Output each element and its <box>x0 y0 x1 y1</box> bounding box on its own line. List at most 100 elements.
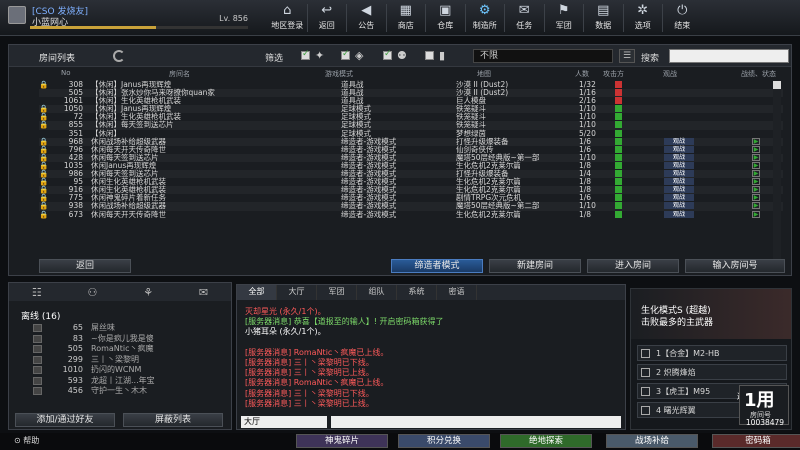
friend-row[interactable]: 593 龙超丨江湖...年宝 <box>31 376 221 387</box>
friend-row[interactable]: 65 屌丝味 <box>31 323 221 334</box>
nav-button-0[interactable]: ⌂ 地区登录 <box>268 2 307 34</box>
clan-icon: ⚑ <box>557 3 570 18</box>
nav-button-7[interactable]: ⚑ 军团 <box>545 2 584 34</box>
chat-tab[interactable]: 大厅 <box>277 285 317 300</box>
block-list-button[interactable]: 屏蔽列表 <box>123 413 223 427</box>
spectate-button[interactable]: 观战 <box>664 145 694 153</box>
filter-checkbox-bots[interactable] <box>383 49 392 60</box>
back-button[interactable]: 返回 <box>39 259 131 273</box>
room-row[interactable]: 🔒 855 【休闲】每天签到送芯片 足球模式 铁笼疑斗 1/10 <box>39 120 783 130</box>
stats-icon: ▤ <box>597 3 610 18</box>
clan-members-icon[interactable]: ⚘ <box>143 286 153 299</box>
nav-button-9[interactable]: ✲ 选项 <box>624 2 663 34</box>
filter-select[interactable]: 不限 <box>473 49 613 63</box>
input-room-number-button[interactable]: 输入房间号 <box>685 259 785 273</box>
nav-label: 任务 <box>516 21 533 30</box>
help-button[interactable]: ⊙ 帮助 <box>14 435 39 446</box>
header-watch: 观战 <box>663 70 677 78</box>
lock-icon: 🔒 <box>39 120 49 130</box>
rank-icon <box>8 6 26 24</box>
globe-icon: ⌂ <box>283 3 292 18</box>
friend-row[interactable]: 1010 扔闪的WCNM <box>31 365 221 376</box>
friend-avatar <box>33 334 42 343</box>
mission-icon: ✉ <box>518 3 530 18</box>
bottom-button[interactable]: 神鬼碎片 <box>296 434 388 448</box>
add-friend-button[interactable]: 添加/通过好友 <box>15 413 115 427</box>
bottom-bar: ⊙ 帮助 神鬼碎片 积分兑换 绝地探索 战场补给 密码箱 <box>0 433 800 450</box>
weapon-rank-item[interactable]: 1【合金】M2-HB <box>637 345 787 361</box>
nav-button-4[interactable]: ▣ 仓库 <box>426 2 465 34</box>
spectate-button[interactable]: 观战 <box>664 186 694 194</box>
room-row[interactable]: 🔒 673 休闲每天开天传奇降世 缔造者-游戏模式 生化危机2克莱尔篇 1/8 观战 ▶ <box>39 209 783 219</box>
new-room-button[interactable]: 新建房间 <box>489 259 581 273</box>
play-icon: ▶ <box>752 186 760 194</box>
friend-avatar <box>33 324 42 332</box>
enter-room-button[interactable]: 进入房间 <box>587 259 679 273</box>
filter-checkbox-gun[interactable] <box>301 49 310 60</box>
filter-checkbox-box[interactable] <box>341 49 350 60</box>
friend-row[interactable]: 456 守护一生丶木木 <box>31 386 221 397</box>
list-view-icon[interactable]: ☰ <box>619 49 635 63</box>
nav-button-8[interactable]: ▤ 数据 <box>584 2 623 34</box>
header-status: 攻击方 <box>603 70 624 78</box>
mail-icon[interactable]: ✉ <box>199 286 208 299</box>
chat-tab[interactable]: 全部 <box>237 285 277 300</box>
nav-button-1[interactable]: ↩ 返回 <box>308 2 347 34</box>
bottom-button[interactable]: 积分兑换 <box>398 434 490 448</box>
spectate-button[interactable]: 观战 <box>664 153 694 161</box>
chat-tab[interactable]: 军团 <box>317 285 357 300</box>
chat-channel-select[interactable]: 大厅 <box>241 416 327 428</box>
bottom-button[interactable]: 绝地探索 <box>500 434 592 448</box>
search-label: 搜索 <box>641 54 660 64</box>
filter-checkbox-lock[interactable] <box>425 51 434 60</box>
friend-status-header[interactable]: 离线 (16) <box>21 309 60 322</box>
refresh-icon[interactable] <box>113 50 125 62</box>
spectate-button[interactable]: 观战 <box>664 202 694 210</box>
room-status-icon <box>615 97 622 105</box>
spectate-button[interactable]: 观战 <box>664 137 694 145</box>
chat-tab[interactable]: 组队 <box>357 285 397 300</box>
nav-button-2[interactable]: ◀ 公告 <box>347 2 386 34</box>
bottom-button[interactable]: 密码箱 <box>712 434 800 448</box>
event-banner[interactable]: 生化模式S (超越) 击败最多的主武器 <box>631 289 791 339</box>
chat-input[interactable] <box>331 416 621 428</box>
room-player-count: 1/8 <box>579 209 592 219</box>
search-input[interactable] <box>669 49 789 63</box>
filter-bar: 房间列表 筛选 ✦ ◈ ⚉ ▮ 不限 ☰ 搜索 <box>9 45 791 67</box>
scroll-thumb[interactable] <box>773 81 781 89</box>
friend-row[interactable]: 83 ~你是疯儿我是傻 <box>31 334 221 345</box>
nav-button-6[interactable]: ✉ 任务 <box>505 2 544 34</box>
nav-button-10[interactable]: ⏻ 结束 <box>663 2 702 34</box>
spectate-button[interactable]: 观战 <box>664 170 694 178</box>
chat-tab[interactable]: 密语 <box>437 285 477 300</box>
power-icon: ⏻ <box>677 3 688 18</box>
friend-row[interactable]: 299 三丨丶梁黎明 <box>31 355 221 366</box>
creator-mode-button[interactable]: 缔造者模式 <box>391 259 483 273</box>
play-icon: ▶ <box>752 153 760 161</box>
nav-button-3[interactable]: ▦ 商店 <box>387 2 426 34</box>
bots-icon: ⚉ <box>397 49 407 62</box>
friend-list-icon[interactable]: ☷ <box>32 286 42 299</box>
chat-message: [服务器消息] 恭喜【道报至的输人】! 开启密码箱获得了 <box>245 317 444 327</box>
player-card[interactable]: [CSO 发烧友] 小蓝网心 Lv. 856 <box>8 3 250 31</box>
spectate-button[interactable]: 观战 <box>664 210 694 218</box>
speaker-icon: ◀ <box>361 3 372 18</box>
chat-message: [服务器消息] 三丨丶梁黎明已上线。 <box>245 398 374 408</box>
back-icon: ↩ <box>321 3 333 18</box>
nav-button-5[interactable]: ⚙ 制造所 <box>466 2 505 34</box>
friend-avatar <box>33 387 42 395</box>
spectate-button[interactable]: 观战 <box>664 178 694 186</box>
friend-row[interactable]: 505 RomaNtic丶疯魔 <box>31 344 221 355</box>
group-icon[interactable]: ⚇ <box>88 286 98 299</box>
spectate-button[interactable]: 观战 <box>664 194 694 202</box>
weapon-rank-item[interactable]: 2 炽腾烽焰 <box>637 364 787 380</box>
chat-tab[interactable]: 系统 <box>397 285 437 300</box>
room-list-scrollbar[interactable] <box>773 81 781 265</box>
bottom-button[interactable]: 战场补给 <box>606 434 698 448</box>
chat-panel: 全部 大厅 军团 组队 系统 密语 灭却星光 (永久/1个)。 [服务器消息] 恭喜【道报至… <box>236 284 626 430</box>
filter-label: 筛选 <box>265 54 284 64</box>
friends-tabs: ☷ ⚇ ⚘ ✉ <box>9 283 231 301</box>
lock-icon: 🔒 <box>39 209 49 219</box>
spectate-button[interactable]: 观战 <box>664 161 694 169</box>
play-icon: ▶ <box>752 194 760 202</box>
